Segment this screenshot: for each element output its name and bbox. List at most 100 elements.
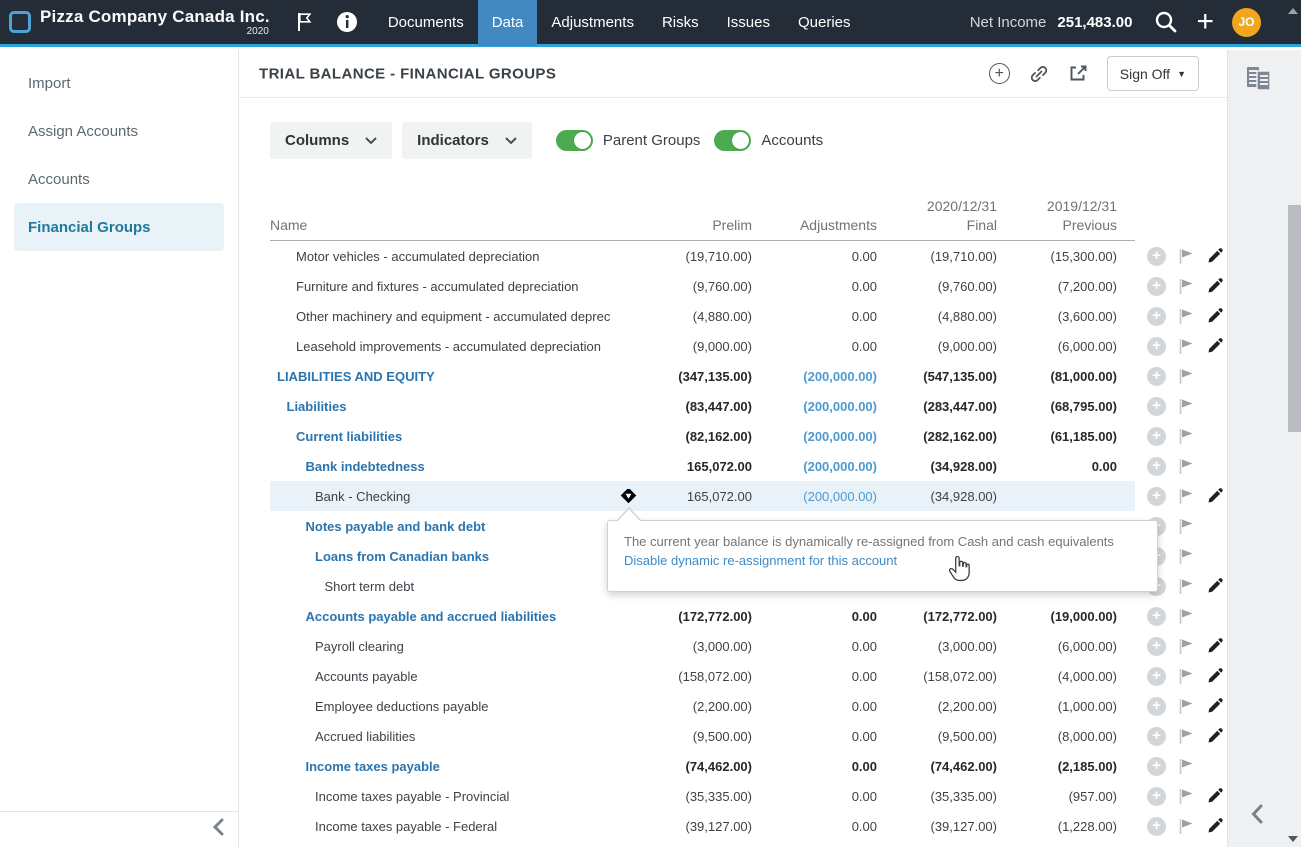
cell-adjustments[interactable]: (200,000.00) [752,489,877,504]
add-circle-icon[interactable]: + [1147,277,1166,296]
scrollbar-down-arrow[interactable] [1288,836,1298,842]
dynamic-reassign-diamond-icon[interactable] [621,489,637,504]
expand-panel-chevron-icon[interactable] [1248,803,1266,830]
cell-adjustments[interactable]: (200,000.00) [752,399,877,414]
parent-groups-toggle[interactable] [556,130,593,151]
sidebar-item-assign-accounts[interactable]: Assign Accounts [14,107,224,155]
flag-icon[interactable] [1178,518,1195,535]
pencil-icon[interactable] [1207,308,1223,324]
add-circle-icon[interactable]: + [1147,487,1166,506]
flag-icon[interactable] [1178,368,1195,385]
group-name-link[interactable]: Liabilities [270,399,637,414]
table-row-income-taxes-payable-provincial[interactable]: Income taxes payable - Provincial(35,335… [270,781,1227,811]
table-row-income-taxes-payable-federal[interactable]: Income taxes payable - Federal(39,127.00… [270,811,1227,841]
add-circle-icon[interactable]: + [1147,697,1166,716]
nav-item-data[interactable]: Data [478,0,538,46]
circle-plus-icon[interactable]: + [989,63,1010,84]
group-name-link[interactable]: Accounts payable and accrued liabilities [270,609,637,624]
cell-adjustments[interactable]: (200,000.00) [752,429,877,444]
table-row-employee-deductions-payable[interactable]: Employee deductions payable(2,200.00)0.0… [270,691,1227,721]
search-icon[interactable] [1154,10,1178,34]
nav-item-documents[interactable]: Documents [374,0,478,46]
add-icon[interactable]: + [1196,9,1214,35]
add-circle-icon[interactable]: + [1147,427,1166,446]
collapse-sidebar-chevron-icon[interactable] [210,817,226,842]
group-name-link[interactable]: Notes payable and bank debt [270,519,637,534]
flag-icon[interactable] [296,12,312,32]
flag-icon[interactable] [1178,758,1195,775]
add-circle-icon[interactable]: + [1147,727,1166,746]
nav-item-risks[interactable]: Risks [648,0,713,46]
pencil-icon[interactable] [1207,698,1223,714]
add-circle-icon[interactable]: + [1147,247,1166,266]
info-icon[interactable] [336,11,358,33]
cell-adjustments[interactable]: (200,000.00) [752,459,877,474]
flag-icon[interactable] [1178,608,1195,625]
table-row-accounts-payable-and-accrued-liabilities[interactable]: Accounts payable and accrued liabilities… [270,601,1227,631]
table-row-payroll-clearing[interactable]: Payroll clearing(3,000.00)0.00(3,000.00)… [270,631,1227,661]
flag-icon[interactable] [1178,308,1195,325]
nav-item-issues[interactable]: Issues [713,0,784,46]
column-header-name[interactable]: Name [270,216,637,235]
flag-icon[interactable] [1178,488,1195,505]
flag-icon[interactable] [1178,668,1195,685]
table-row-furniture-and-fixtures-accumulated-depreciation[interactable]: Furniture and fixtures - accumulated dep… [270,271,1227,301]
table-row-bank-checking[interactable]: Bank - Checking165,072.00(200,000.00)(34… [270,481,1227,511]
cell-adjustments[interactable]: (200,000.00) [752,369,877,384]
sign-off-button[interactable]: Sign Off ▼ [1107,56,1199,91]
indicators-dropdown[interactable]: Indicators [402,122,532,159]
flag-icon[interactable] [1178,338,1195,355]
group-name-link[interactable]: Current liabilities [270,429,637,444]
flag-icon[interactable] [1178,248,1195,265]
add-circle-icon[interactable]: + [1147,367,1166,386]
pencil-icon[interactable] [1207,248,1223,264]
flag-icon[interactable] [1178,548,1195,565]
pencil-icon[interactable] [1207,338,1223,354]
flag-icon[interactable] [1178,458,1195,475]
group-name-link[interactable]: LIABILITIES AND EQUITY [270,369,637,384]
flag-icon[interactable] [1178,278,1195,295]
sidebar-item-financial-groups[interactable]: Financial Groups [14,203,224,251]
group-name-link[interactable]: Loans from Canadian banks [270,549,637,564]
pencil-icon[interactable] [1207,788,1223,804]
add-circle-icon[interactable]: + [1147,607,1166,626]
table-row-bank-indebtedness[interactable]: Bank indebtedness165,072.00(200,000.00)(… [270,451,1227,481]
scrollbar-thumb[interactable] [1288,205,1301,432]
add-circle-icon[interactable]: + [1147,667,1166,686]
table-row-accrued-liabilities[interactable]: Accrued liabilities(9,500.00)0.00(9,500.… [270,721,1227,751]
columns-dropdown[interactable]: Columns [270,122,392,159]
column-header-previous[interactable]: 2019/12/31Previous [997,197,1117,235]
nav-item-adjustments[interactable]: Adjustments [537,0,648,46]
table-row-motor-vehicles-accumulated-depreciation[interactable]: Motor vehicles - accumulated depreciatio… [270,241,1227,271]
flag-icon[interactable] [1178,728,1195,745]
add-circle-icon[interactable]: + [1147,787,1166,806]
flag-icon[interactable] [1178,638,1195,655]
flag-icon[interactable] [1178,428,1195,445]
table-row-liabilities[interactable]: Liabilities(83,447.00)(200,000.00)(283,4… [270,391,1227,421]
table-row-leasehold-improvements-accumulated-depreciation[interactable]: Leasehold improvements - accumulated dep… [270,331,1227,361]
disable-reassignment-link[interactable]: Disable dynamic re-assignment for this a… [624,553,1141,568]
accounts-toggle[interactable] [714,130,751,151]
add-circle-icon[interactable]: + [1147,637,1166,656]
sidebar-item-accounts[interactable]: Accounts [14,155,224,203]
pencil-icon[interactable] [1207,638,1223,654]
user-avatar[interactable]: JO [1232,8,1261,37]
add-circle-icon[interactable]: + [1147,307,1166,326]
table-row-current-liabilities[interactable]: Current liabilities(82,162.00)(200,000.0… [270,421,1227,451]
pencil-icon[interactable] [1207,578,1223,594]
add-circle-icon[interactable]: + [1147,337,1166,356]
column-header-final[interactable]: 2020/12/31Final [877,197,997,235]
pencil-icon[interactable] [1207,488,1223,504]
nav-item-queries[interactable]: Queries [784,0,865,46]
flag-icon[interactable] [1178,578,1195,595]
table-row-other-machinery-and-equipment-accumulated-deprec[interactable]: Other machinery and equipment - accumula… [270,301,1227,331]
pencil-icon[interactable] [1207,818,1223,834]
group-name-link[interactable]: Income taxes payable [270,759,637,774]
add-circle-icon[interactable]: + [1147,757,1166,776]
scrollbar-up-arrow[interactable] [1288,8,1298,14]
pencil-icon[interactable] [1207,668,1223,684]
table-row-accounts-payable[interactable]: Accounts payable(158,072.00)0.00(158,072… [270,661,1227,691]
sidebar-item-import[interactable]: Import [14,59,224,107]
column-header-adjustments[interactable]: Adjustments [752,197,877,235]
flag-icon[interactable] [1178,398,1195,415]
